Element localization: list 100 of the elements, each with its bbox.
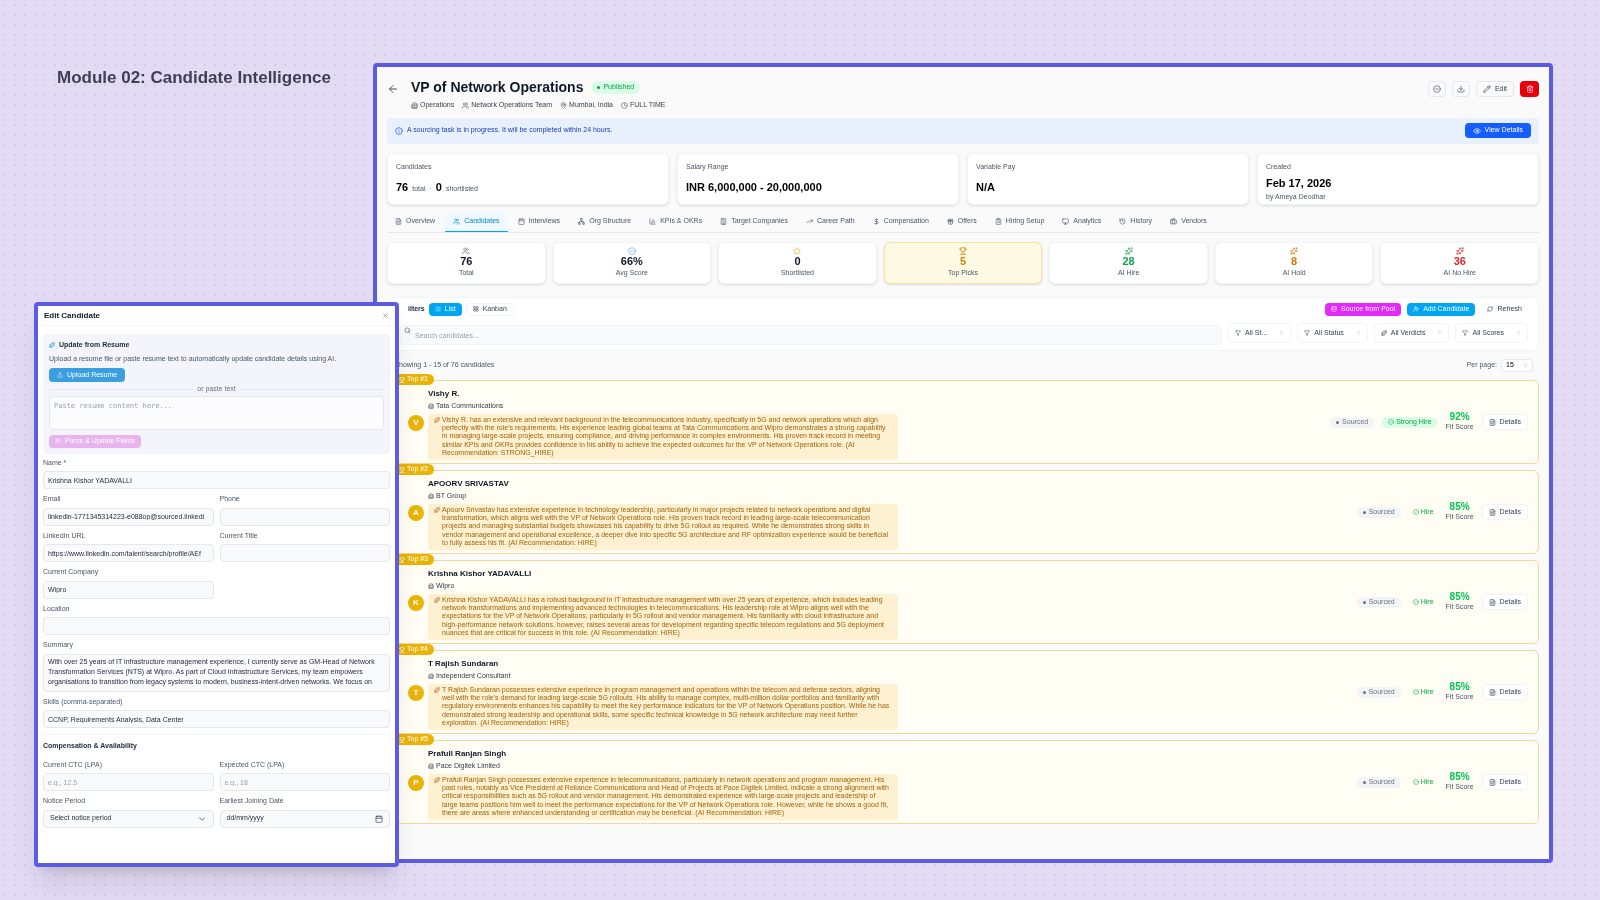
tab-icon xyxy=(872,218,880,225)
sparkle-icon xyxy=(434,416,440,423)
building-icon xyxy=(428,493,434,500)
tab-icon xyxy=(649,218,657,225)
info-value: INR 6,000,000 - 20,000,000 xyxy=(686,180,823,195)
dialog-title: Edit Candidate xyxy=(44,309,100,322)
trash-icon xyxy=(1525,85,1534,93)
candidate-name: T Rajish Sundaran xyxy=(428,658,500,670)
search-icon xyxy=(404,326,411,334)
people-icon xyxy=(462,246,471,255)
document-icon xyxy=(1488,688,1496,696)
input-field[interactable] xyxy=(43,617,390,635)
total-count: 76 xyxy=(396,180,409,195)
job-title: VP of Network Operations xyxy=(411,78,584,97)
fit-score: 85% xyxy=(1449,591,1470,603)
tab-icon xyxy=(453,217,461,225)
stat-value: 36 xyxy=(1453,254,1466,268)
tab-icon xyxy=(805,218,813,225)
print-button[interactable] xyxy=(1427,81,1446,97)
fit-score: 85% xyxy=(1449,681,1470,693)
star-icon xyxy=(793,246,802,255)
building-icon xyxy=(428,763,434,770)
refresh-icon xyxy=(1487,306,1494,312)
grid-icon xyxy=(472,306,479,312)
candidate-name: Prafull Ranjan Singh xyxy=(428,748,508,760)
tab-icon xyxy=(994,218,1002,225)
sparkle-icon xyxy=(434,776,440,783)
building-icon xyxy=(411,101,418,109)
clock-icon xyxy=(621,101,628,109)
pencil-icon xyxy=(1482,85,1491,93)
stat-value: 5 xyxy=(959,254,967,268)
avatar: P xyxy=(408,775,424,791)
check-circle-icon xyxy=(1412,509,1419,515)
fit-score: 92% xyxy=(1449,411,1470,423)
info-value: N/A xyxy=(976,180,996,195)
sparkle-icon xyxy=(1124,246,1133,255)
tab-icon xyxy=(517,218,525,225)
stat-value: 66% xyxy=(620,254,643,268)
sparkle-icon xyxy=(434,506,440,513)
page-title: Module 02: Candidate Intelligence xyxy=(57,67,332,89)
circle-icon xyxy=(1432,85,1441,93)
people-icon xyxy=(462,101,470,109)
delete-button[interactable] xyxy=(1520,81,1539,97)
check-circle-icon xyxy=(627,246,636,255)
avatar: A xyxy=(408,505,424,521)
filter-icon xyxy=(1304,329,1311,336)
fit-score: 85% xyxy=(1449,501,1470,513)
back-arrow-icon[interactable] xyxy=(387,83,399,95)
sort-arrows-icon xyxy=(1516,330,1521,336)
check-circle-icon xyxy=(1412,779,1419,785)
wand-icon xyxy=(55,438,61,444)
sparkle-icon xyxy=(1455,246,1464,255)
check-circle-icon xyxy=(1412,599,1419,605)
avatar: T xyxy=(408,685,424,701)
info-icon xyxy=(395,126,403,135)
tab-icon xyxy=(578,218,586,225)
trophy-icon xyxy=(959,246,967,255)
candidate-name: Vishy R. xyxy=(428,388,461,400)
stat-value: 8 xyxy=(1291,254,1298,268)
building-icon xyxy=(428,673,434,680)
list-icon xyxy=(434,306,441,312)
download-icon xyxy=(1456,85,1465,93)
tab-icon xyxy=(946,218,954,225)
stat-value: 0 xyxy=(794,254,801,268)
sparkle-icon xyxy=(434,686,440,693)
document-icon xyxy=(1488,508,1496,516)
sparkle-icon xyxy=(1380,329,1387,336)
eye-icon xyxy=(1472,126,1481,135)
stat-value: 76 xyxy=(460,254,473,268)
input-field[interactable] xyxy=(219,507,390,526)
close-icon[interactable] xyxy=(382,312,389,319)
info-value: Feb 17, 2026 xyxy=(1266,176,1333,191)
input-field[interactable] xyxy=(219,544,390,562)
sort-arrows-icon xyxy=(1437,330,1443,336)
document-icon xyxy=(1488,418,1496,426)
check-circle-icon xyxy=(1388,419,1395,425)
sparkle-icon xyxy=(49,342,55,349)
sort-arrows-icon xyxy=(1523,363,1528,368)
candidate-name: APOORV SRIVASTAV xyxy=(428,478,510,490)
shortlisted-count: 0 xyxy=(435,180,442,195)
tab-icon xyxy=(395,218,402,225)
candidate-name: Krishna Kishor YADAVALLI xyxy=(428,568,533,580)
building-icon xyxy=(428,403,434,410)
tab-icon xyxy=(720,218,728,225)
sort-arrows-icon xyxy=(1279,330,1285,336)
download-button[interactable] xyxy=(1451,81,1470,97)
check-circle-icon xyxy=(1412,689,1419,695)
calendar-icon xyxy=(375,814,383,823)
stat-value: 28 xyxy=(1122,254,1135,268)
pin-icon xyxy=(560,101,568,109)
tab-icon xyxy=(1170,218,1178,225)
sparkle-icon xyxy=(434,596,440,603)
document-icon xyxy=(1488,598,1496,606)
fit-score: 85% xyxy=(1449,771,1470,783)
avatar: K xyxy=(408,595,424,611)
add-person-icon xyxy=(1413,306,1420,312)
tab-icon xyxy=(1062,218,1070,225)
sparkle-icon xyxy=(1290,246,1299,255)
database-icon xyxy=(1331,306,1338,312)
filter-icon xyxy=(1462,329,1469,336)
